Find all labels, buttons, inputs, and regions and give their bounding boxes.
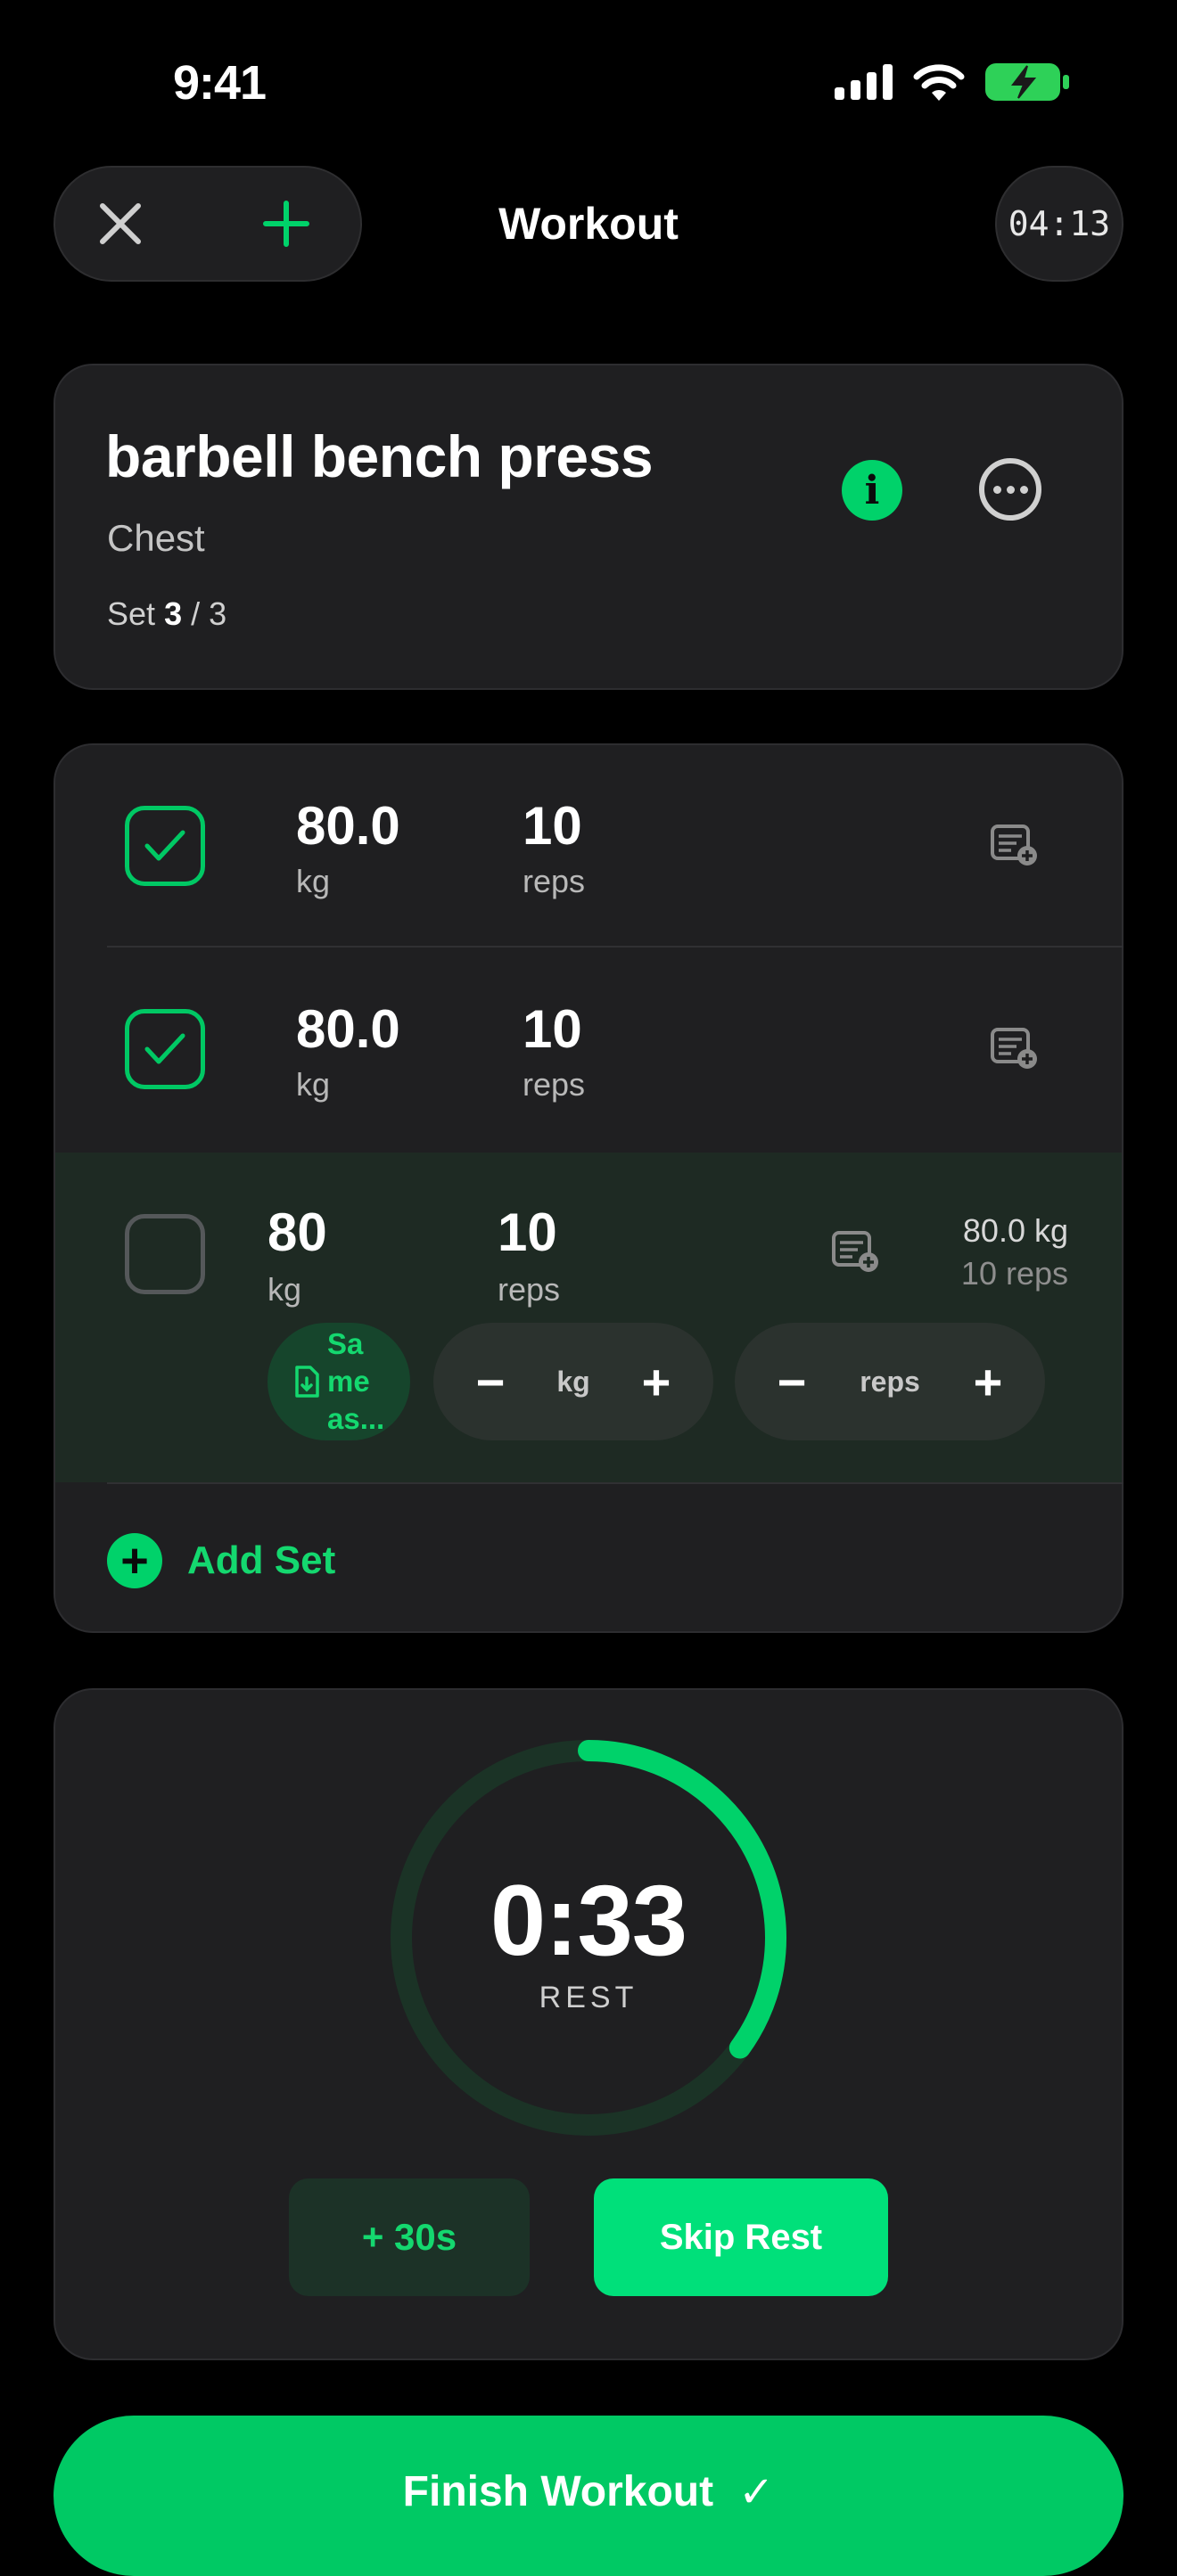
same-as-line: Sa (327, 1327, 364, 1360)
reps-increment-button[interactable]: + (970, 1353, 1006, 1411)
set-3-previous-reps: 10 reps (960, 1255, 1068, 1292)
exercise-muscle-group: Chest (107, 517, 205, 559)
document-copy-icon (295, 1366, 319, 1398)
set-1-complete-checkbox[interactable] (125, 806, 205, 886)
rest-countdown: 0:33 (490, 1865, 687, 1976)
more-dot (1006, 485, 1015, 494)
set-1-reps[interactable]: 10 (523, 795, 582, 857)
info-button[interactable]: i (842, 460, 902, 521)
add-30s-button[interactable]: + 30s (289, 2178, 530, 2296)
weight-stepper-label: kg (556, 1365, 590, 1398)
battery-charging-icon (985, 63, 1069, 101)
weight-decrement-button[interactable]: − (473, 1353, 508, 1411)
wifi-icon (913, 64, 965, 101)
same-as-label: Sa me as... (327, 1325, 384, 1438)
set-1-weight[interactable]: 80.0 (296, 795, 400, 857)
add-circle-icon: + (107, 1533, 162, 1588)
weight-stepper: − kg + (433, 1323, 713, 1440)
set-2-reps-unit: reps (523, 1066, 586, 1103)
set-2-weight-unit: kg (296, 1066, 331, 1103)
set-3-add-note-icon[interactable] (831, 1230, 881, 1275)
same-as-line: as... (327, 1402, 385, 1435)
rest-label: REST (539, 1981, 638, 2014)
reps-stepper-label: reps (860, 1365, 920, 1398)
exercise-header-card (54, 364, 1124, 690)
same-as-previous-button[interactable]: Sa me as... (268, 1323, 410, 1440)
set-1-add-note-icon[interactable] (990, 824, 1040, 868)
status-icons (835, 62, 1070, 102)
set-3-previous-weight: 80.0 kg (962, 1212, 1068, 1249)
info-icon: i (864, 467, 880, 513)
set-1-weight-unit: kg (296, 863, 331, 899)
checkmark-icon (144, 830, 185, 861)
set-3-weight[interactable]: 80 (268, 1202, 327, 1263)
set-divider (107, 946, 1124, 948)
set-3-reps-unit: reps (498, 1271, 561, 1308)
finish-workout-label: Finish Workout (402, 2468, 714, 2515)
set-2-weight[interactable]: 80.0 (296, 998, 400, 1060)
checkmark-icon (144, 1033, 185, 1064)
set-counter-current: 3 (164, 595, 183, 632)
set-counter-total: / 3 (191, 595, 227, 632)
same-as-line: me (327, 1365, 370, 1398)
set-counter-prefix: Set (107, 595, 156, 632)
add-set-label: Add Set (187, 1538, 336, 1582)
set-2-add-note-icon[interactable] (990, 1027, 1040, 1071)
set-2-reps[interactable]: 10 (523, 998, 582, 1060)
set-counter: Set 3 / 3 (107, 595, 226, 633)
finish-workout-button[interactable]: Finish Workout ✓ (54, 2416, 1124, 2576)
exercise-name: barbell bench press (105, 423, 654, 489)
more-dot (992, 485, 1001, 494)
reps-stepper: − reps + (735, 1323, 1045, 1440)
set-1-reps-unit: reps (523, 863, 586, 899)
set-3-reps[interactable]: 10 (498, 1202, 557, 1263)
add-set-button[interactable]: + Add Set (107, 1533, 335, 1588)
set-3-weight-unit: kg (268, 1271, 302, 1308)
more-options-button[interactable] (979, 458, 1041, 521)
cellular-signal-icon (835, 64, 893, 100)
skip-rest-button[interactable]: Skip Rest (594, 2178, 888, 2296)
reps-decrement-button[interactable]: − (774, 1353, 810, 1411)
set-3-complete-checkbox[interactable] (125, 1214, 205, 1294)
checkmark-icon: ✓ (738, 2469, 775, 2516)
weight-increment-button[interactable]: + (638, 1353, 674, 1411)
workout-elapsed-timer[interactable]: 04:13 (995, 166, 1124, 282)
set-divider (107, 1482, 1124, 1484)
status-time: 9:41 (173, 56, 267, 110)
set-2-complete-checkbox[interactable] (125, 1009, 205, 1089)
more-dot (1019, 485, 1028, 494)
